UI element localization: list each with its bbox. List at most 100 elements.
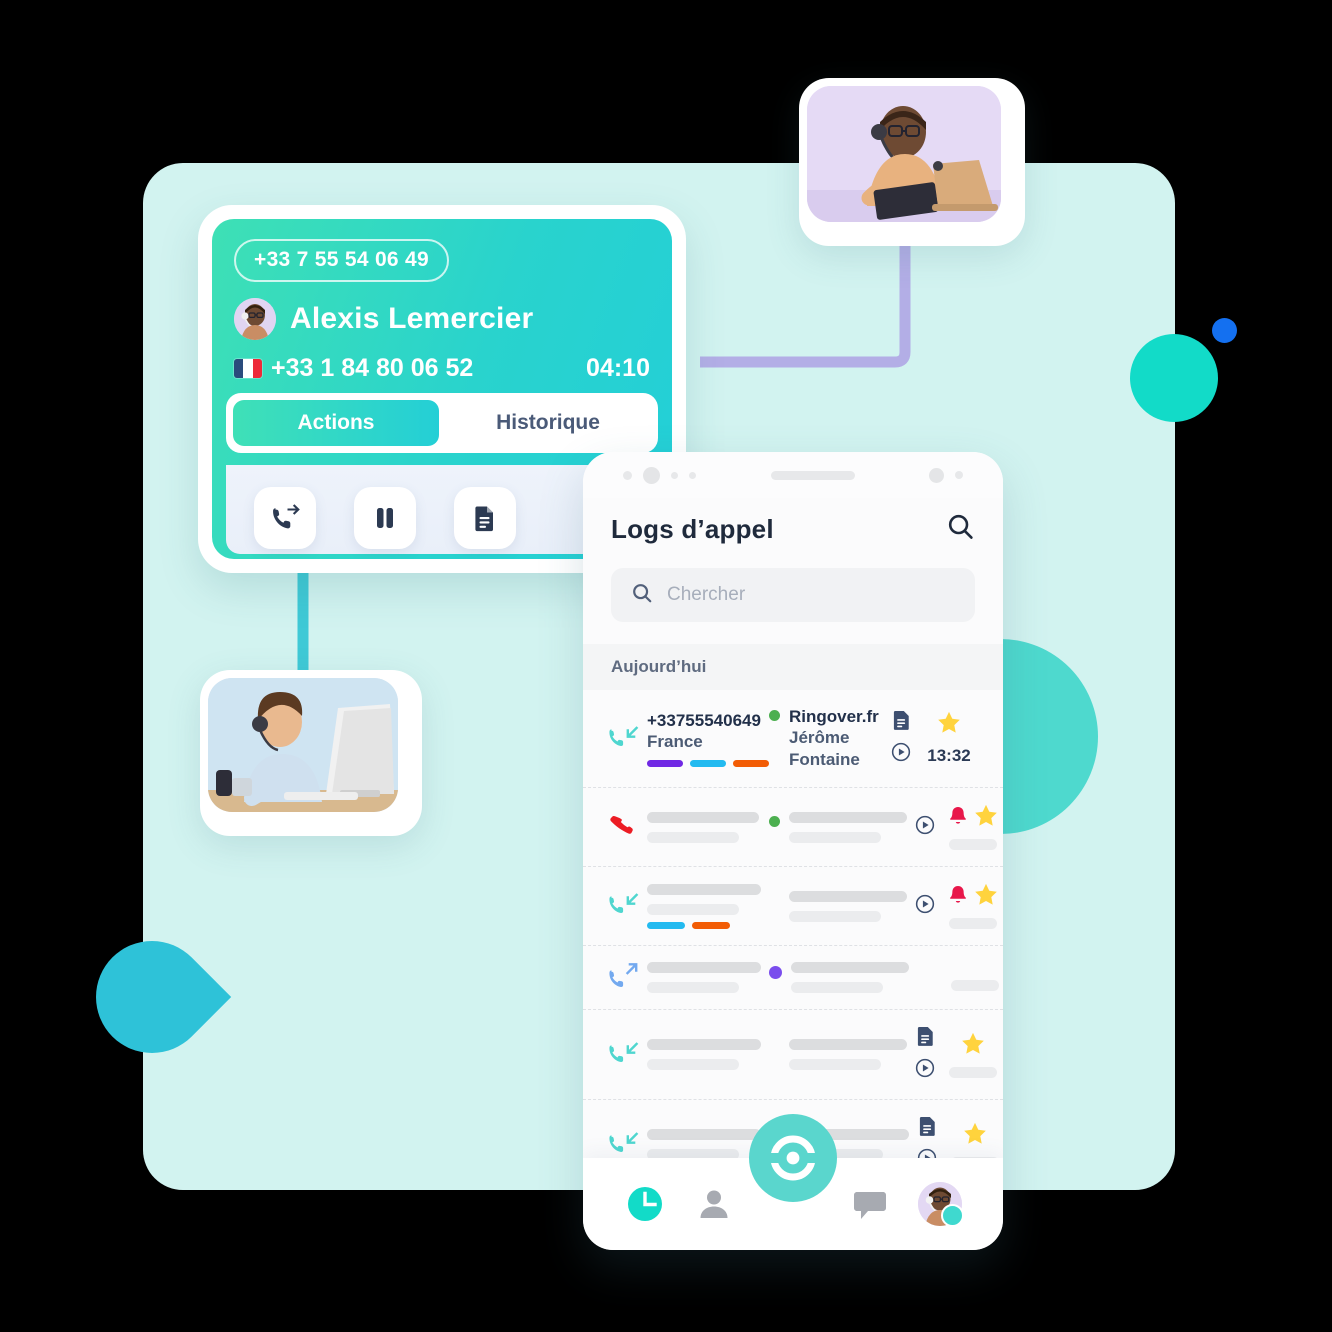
row-account-block [769,890,907,922]
status-dot [769,710,780,721]
call-transfer-icon [254,487,316,549]
status-dot [769,966,782,980]
table-row[interactable] [583,946,1003,1011]
row-account: Ringover.fr [789,707,879,726]
decorative-circle-blue [1212,318,1237,343]
placeholder-bar [949,1066,997,1078]
row-time: 13:32 [927,746,971,766]
tag-3 [733,760,769,768]
phone-incoming-icon [607,1040,647,1070]
france-flag-icon [234,359,262,378]
action-attente[interactable]: attente [354,487,416,559]
sidebar-item-recents[interactable] [624,1183,666,1225]
table-row[interactable] [583,1010,1003,1101]
search-placeholder: Chercher [667,584,746,605]
tag-2 [692,921,730,929]
placeholder-bar [791,962,909,974]
call-logs-header: Logs d’appel [583,498,1003,546]
placeholder-bar [791,982,883,994]
phone-incoming-icon [607,724,647,754]
placeholder-bar [951,980,999,992]
star-icon[interactable] [974,883,998,911]
note-document-icon[interactable] [916,1026,935,1052]
illustration-stage: +33 7 55 54 06 49 Alexis Lemercier +33 1… [0,0,1332,1332]
call-card-tabs: Actions Historique [226,393,658,453]
star-icon[interactable] [937,711,961,739]
note-document-icon [454,487,516,549]
row-meta [943,883,1003,930]
called-line-row: +33 1 84 80 06 52 04:10 [234,354,650,383]
placeholder-bar [949,839,997,851]
tab-historique[interactable]: Historique [445,400,651,446]
bell-icon[interactable] [948,805,968,831]
bell-icon[interactable] [948,884,968,910]
action-note[interactable]: note [454,487,516,559]
placeholder-bar [789,1039,907,1051]
placeholder-bar [647,883,761,895]
star-icon[interactable] [974,804,998,832]
sidebar-item-profile[interactable] [918,1182,964,1227]
camera-dot-2 [643,466,660,484]
placeholder-bar [789,811,907,823]
star-icon[interactable] [963,1122,987,1150]
row-meta [943,1032,1003,1078]
ringover-logo-icon[interactable] [749,1114,837,1202]
decorative-circle-teal [1130,334,1218,422]
play-icon[interactable] [891,742,911,767]
placeholder-bar [949,918,997,930]
sensor-dot-2 [955,471,963,479]
camera-dot-1 [623,470,632,480]
search-icon[interactable] [946,512,975,546]
placeholder-bar [647,1129,761,1141]
photo-card-agent-laptop [799,78,1025,246]
search-input[interactable]: Chercher [611,568,975,622]
phone-missed-icon [607,812,647,842]
row-number-block: +33755540649 France [647,710,769,768]
call-logs-phone: Logs d’appel Chercher Aujourd’hui +33755… [583,452,1003,1250]
sidebar-item-contacts[interactable] [696,1186,732,1222]
table-row[interactable] [583,867,1003,947]
table-row[interactable]: +33755540649 France Ringover.fr Jérôme F… [583,690,1003,789]
row-number: +33755540649 [647,711,761,731]
star-icon[interactable] [961,1032,985,1060]
action-note-label: note [454,558,516,559]
action-attente-label: attente [354,558,416,559]
row-media-icons [907,894,943,919]
call-timer: 04:10 [586,354,650,382]
page-title: Logs d’appel [611,513,774,544]
placeholder-bar [647,982,739,994]
placeholder-bar [789,890,907,902]
sensor-dot-1 [929,467,944,483]
placeholder-bar [789,910,881,922]
phone-status-bar [583,452,1003,498]
placeholder-bar [647,811,759,823]
note-document-icon[interactable] [892,710,911,736]
phone-incoming-icon [607,891,647,921]
table-row[interactable] [583,788,1003,868]
section-header-today: Aujourd’hui [583,644,1003,690]
row-account-block [769,1039,907,1071]
note-document-icon[interactable] [918,1116,937,1142]
row-media-icons [907,1026,943,1083]
action-transfert[interactable]: transfert [254,487,316,559]
phone-bottom-nav [583,1114,1003,1250]
placeholder-bar [789,1059,881,1071]
action-transfert-label: transfert [254,558,316,559]
row-country: France [647,732,703,752]
phone-incoming-icon [607,1130,647,1160]
caller-number-pill: +33 7 55 54 06 49 [234,239,450,282]
sidebar-item-messages[interactable] [852,1186,888,1222]
tab-actions[interactable]: Actions [233,400,439,446]
photo-card-agent-desktop [200,670,422,836]
placeholder-bar [647,1039,761,1051]
row-tags [647,921,769,929]
row-meta [943,804,1003,851]
play-icon[interactable] [915,894,935,919]
row-meta: 13:32 [919,711,979,766]
row-tags [647,760,769,768]
row-account-block [769,811,907,843]
status-dot [769,815,780,827]
play-icon[interactable] [915,1058,935,1083]
play-icon[interactable] [915,815,935,840]
phone-outgoing-icon [607,963,647,993]
